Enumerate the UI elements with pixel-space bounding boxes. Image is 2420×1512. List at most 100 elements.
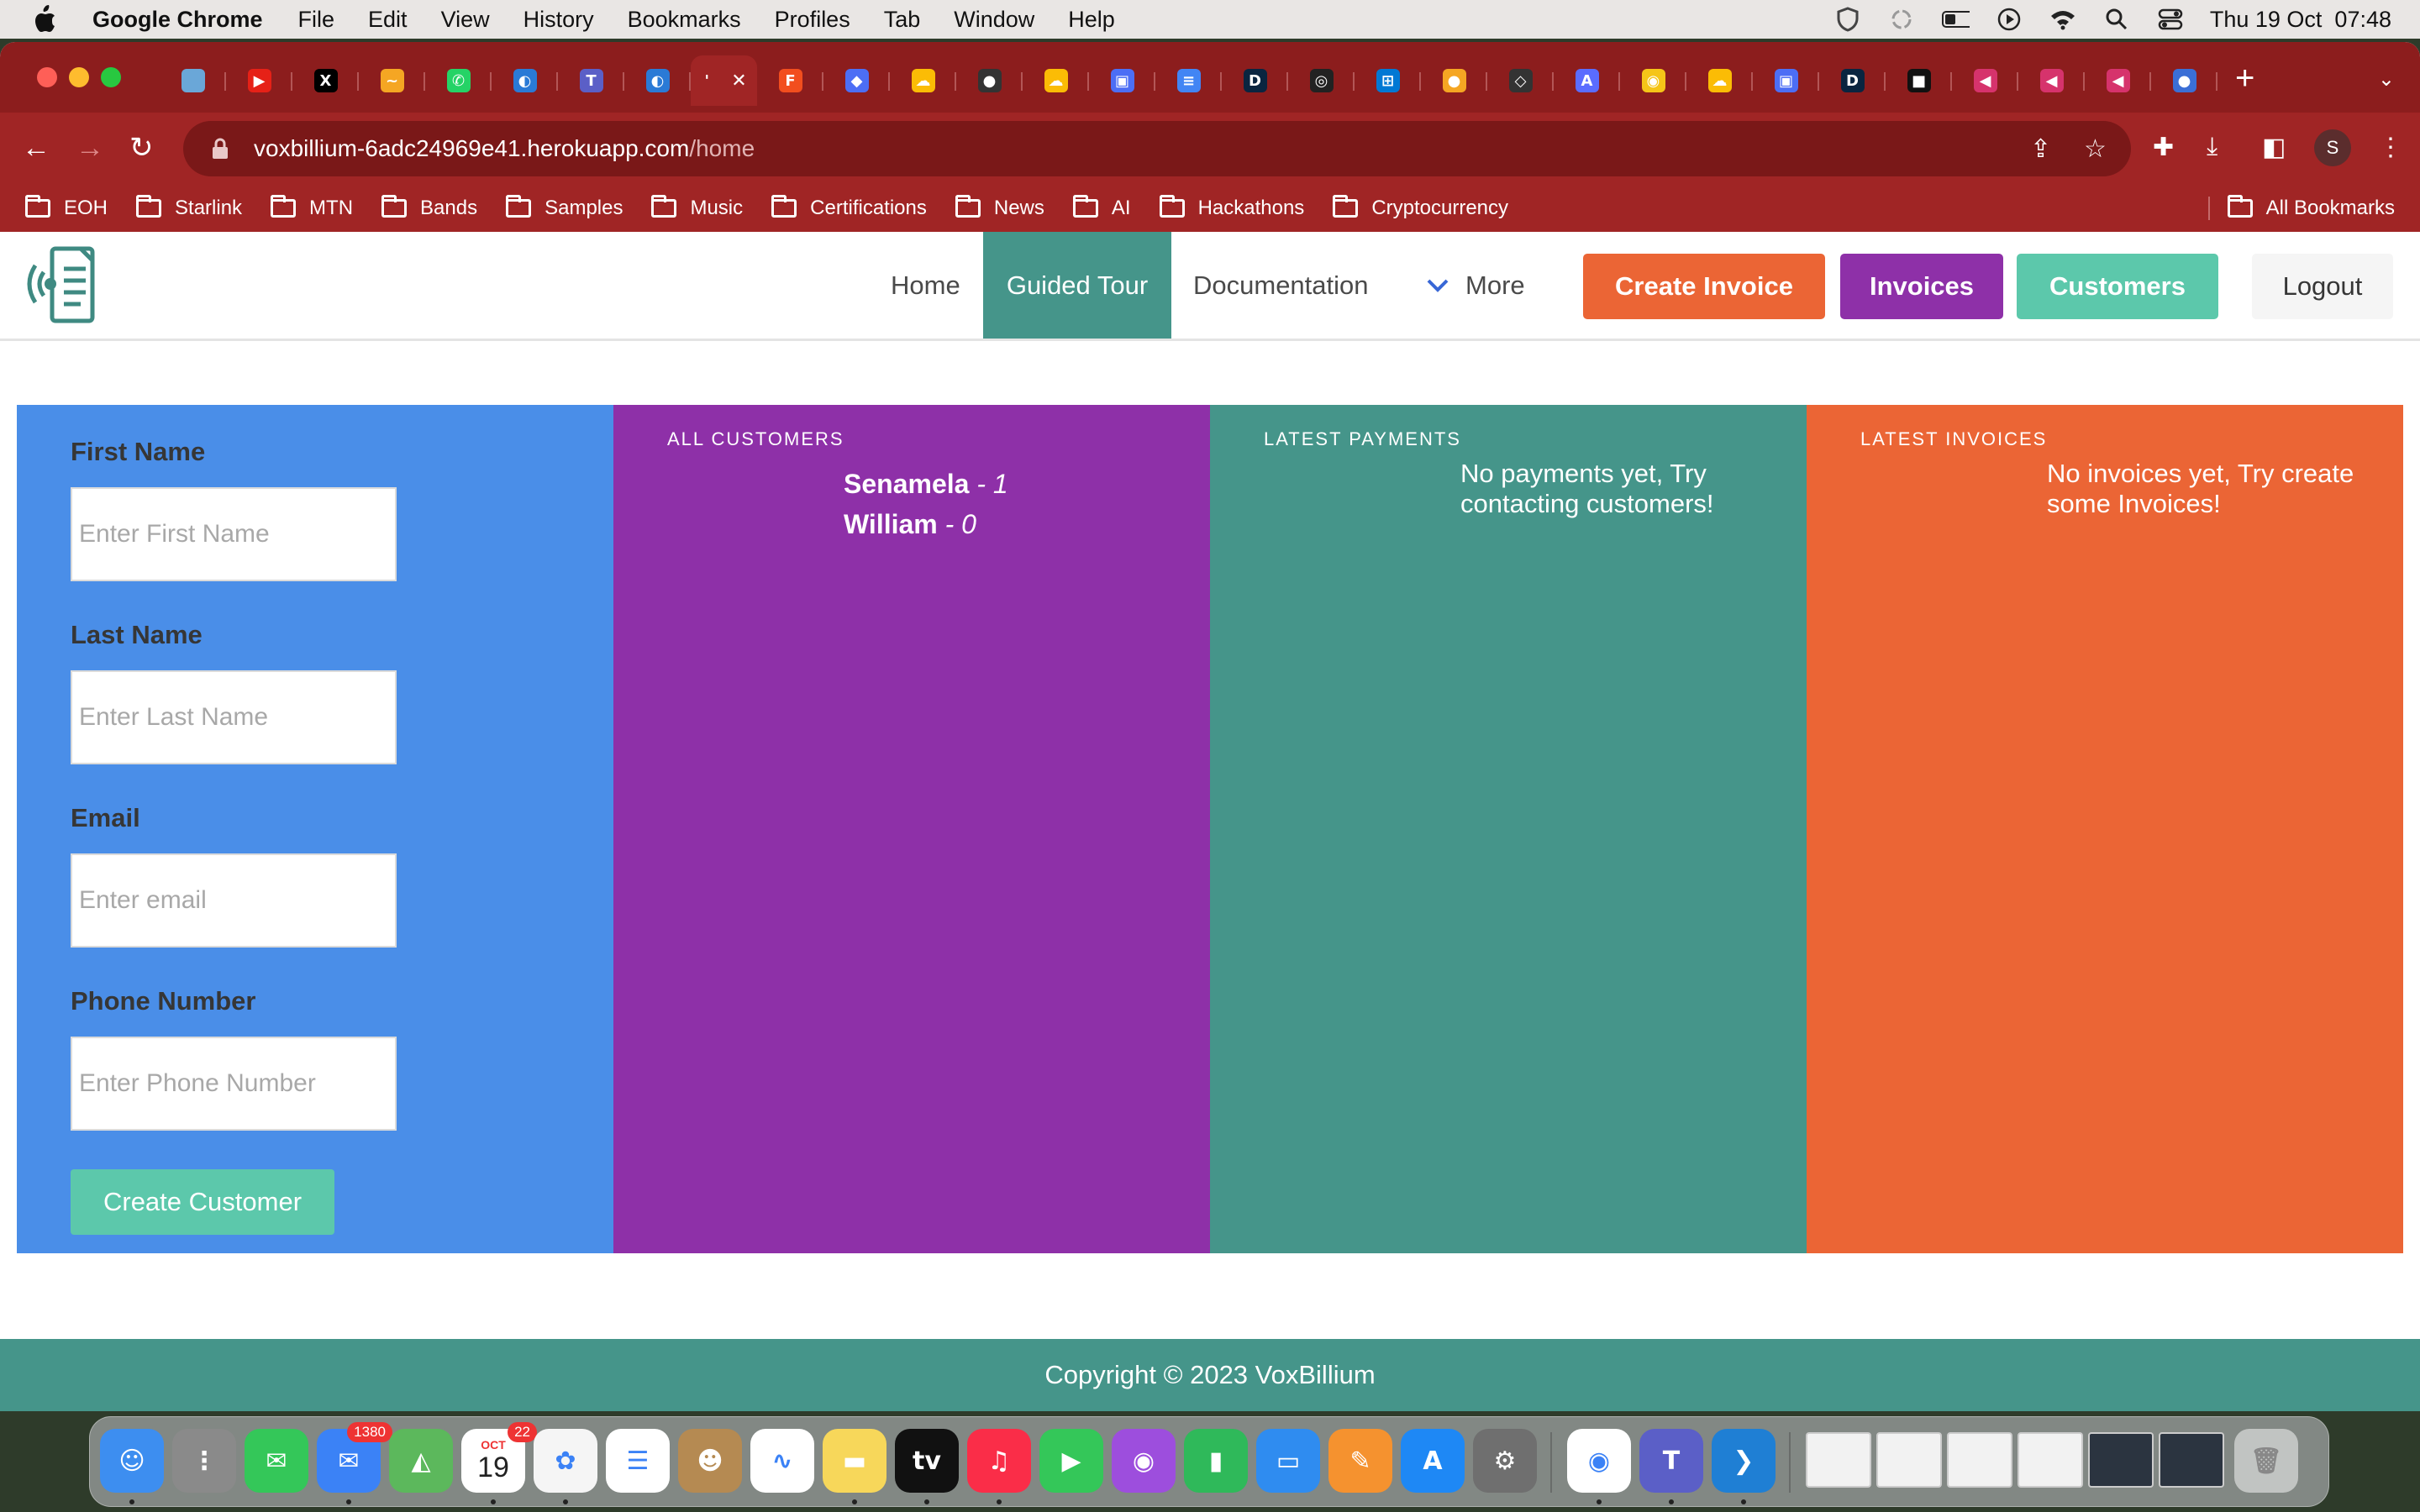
browser-tab[interactable]: ◀ — [1952, 55, 2018, 106]
voxbillium-logo-icon[interactable] — [25, 244, 101, 328]
browser-tab[interactable]: X — [292, 55, 359, 106]
menu-file[interactable]: File — [298, 7, 335, 33]
downloads-icon[interactable]: ⤓ — [2207, 133, 2217, 161]
facetime-icon[interactable]: ▶ — [1039, 1429, 1103, 1493]
nav-documentation-link[interactable]: Documentation — [1173, 232, 1389, 339]
apple-menu-icon[interactable] — [32, 0, 76, 39]
control-center-icon[interactable] — [2156, 8, 2185, 31]
browser-tab[interactable]: ◐ — [492, 55, 558, 106]
bookmark-star-icon[interactable]: ☆ — [2084, 134, 2107, 164]
menu-history[interactable]: History — [523, 7, 594, 33]
app-store-icon[interactable]: A — [1401, 1429, 1465, 1493]
nav-home-link[interactable]: Home — [871, 232, 981, 339]
browser-tab[interactable]: ▣ — [1089, 55, 1155, 106]
bookmark-folder-news[interactable]: News — [955, 195, 1044, 220]
phone-number-input[interactable] — [71, 1037, 397, 1131]
system-settings-icon[interactable]: ⚙ — [1473, 1429, 1537, 1493]
browser-tab[interactable]: ● — [956, 55, 1023, 106]
close-tab-icon[interactable]: ✕ — [731, 70, 746, 92]
extensions-puzzle-icon[interactable]: ✚ — [2153, 133, 2174, 162]
invoices-button[interactable]: Invoices — [1840, 254, 2003, 319]
browser-tab[interactable]: ◐ — [624, 55, 691, 106]
last-name-input[interactable] — [71, 670, 397, 764]
close-window-button[interactable] — [37, 67, 57, 87]
browser-tab[interactable]: ▶ — [226, 55, 292, 106]
now-playing-icon[interactable] — [1995, 8, 2023, 31]
address-url[interactable]: voxbillium-6adc24969e41.herokuapp.com/ho… — [254, 135, 755, 162]
menu-tab[interactable]: Tab — [884, 7, 921, 33]
apple-tv-icon[interactable]: tv — [895, 1429, 959, 1493]
wifi-icon[interactable] — [2049, 8, 2077, 31]
bookmark-folder-music[interactable]: Music — [651, 195, 743, 220]
nav-more-dropdown[interactable]: More — [1405, 232, 1545, 339]
email-input[interactable] — [71, 853, 397, 948]
chrome-menu-icon[interactable]: ⋮ — [2378, 133, 2403, 162]
bookmark-folder-eoh[interactable]: EOH — [25, 195, 108, 220]
bookmark-folder-samples[interactable]: Samples — [506, 195, 623, 220]
zoom-window-button[interactable] — [101, 67, 121, 87]
pages-icon[interactable]: ✎ — [1328, 1429, 1392, 1493]
customer-list-item[interactable]: William - 0 — [844, 504, 1008, 544]
minimize-window-button[interactable] — [69, 67, 89, 87]
forward-arrow-icon[interactable]: → — [76, 131, 104, 165]
menu-bookmarks[interactable]: Bookmarks — [628, 7, 741, 33]
all-bookmarks-button[interactable]: All Bookmarks — [2227, 185, 2395, 232]
minimized-window-thumbnail[interactable] — [2159, 1432, 2224, 1488]
menu-profiles[interactable]: Profiles — [775, 7, 850, 33]
bookmark-folder-certifications[interactable]: Certifications — [771, 195, 927, 220]
sync-icon[interactable] — [1887, 8, 1916, 31]
bookmark-folder-ai[interactable]: AI — [1072, 195, 1131, 220]
browser-tab[interactable]: ◎ — [1288, 55, 1355, 106]
browser-tab[interactable]: A — [1554, 55, 1620, 106]
bookmark-folder-starlink[interactable]: Starlink — [136, 195, 242, 220]
bookmark-folder-cryptocurrency[interactable]: Cryptocurrency — [1333, 195, 1508, 220]
maps-icon[interactable]: ◭ — [389, 1429, 453, 1493]
reminders-icon[interactable]: ☰ — [606, 1429, 670, 1493]
numbers-icon[interactable]: ▮ — [1184, 1429, 1248, 1493]
browser-tab[interactable]: ● — [1421, 55, 1487, 106]
battery-icon[interactable] — [1941, 8, 1970, 31]
mail-icon[interactable]: ✉ 1380 — [317, 1422, 392, 1493]
menu-bar-clock[interactable]: Thu 19 Oct 07:48 — [2210, 7, 2391, 33]
browser-tab[interactable]: ◀ — [2018, 55, 2085, 106]
menu-view[interactable]: View — [441, 7, 490, 33]
minimized-window-thumbnail[interactable] — [1806, 1432, 1871, 1488]
vpn-shield-icon[interactable] — [1833, 7, 1862, 32]
share-icon[interactable]: ⇪ — [2030, 134, 2051, 164]
first-name-input[interactable] — [71, 487, 397, 581]
logout-button[interactable]: Logout — [2252, 254, 2393, 319]
menu-help[interactable]: Help — [1068, 7, 1115, 33]
browser-tab[interactable]: ☁ — [1023, 55, 1089, 106]
messages-icon[interactable]: ✉ — [245, 1429, 308, 1493]
bookmark-folder-hackathons[interactable]: Hackathons — [1159, 195, 1304, 220]
browser-tab[interactable]: ≡ — [1155, 55, 1222, 106]
chrome-icon[interactable]: ◉ — [1567, 1429, 1631, 1493]
launchpad-icon[interactable]: ⋮ — [172, 1429, 236, 1493]
browser-tab[interactable]: D — [1222, 55, 1288, 106]
notes-icon[interactable]: ▬ — [823, 1429, 886, 1493]
tab-search-chevron-icon[interactable]: ⌄ — [2378, 67, 2395, 92]
nav-guided-tour-link[interactable]: Guided Tour — [983, 232, 1171, 339]
bookmark-folder-mtn[interactable]: MTN — [271, 195, 353, 220]
create-customer-button[interactable]: Create Customer — [71, 1169, 334, 1235]
bookmark-folder-bands[interactable]: Bands — [381, 195, 477, 220]
browser-tab[interactable] — [160, 55, 226, 106]
browser-tab[interactable]: D — [1819, 55, 1886, 106]
customers-button[interactable]: Customers — [2017, 254, 2218, 319]
freeform-icon[interactable]: ∿ — [750, 1429, 814, 1493]
photos-icon[interactable]: ✿ — [534, 1429, 597, 1493]
new-tab-button[interactable]: + — [2235, 61, 2254, 95]
browser-tab[interactable]: ◉ — [1620, 55, 1686, 106]
browser-tab[interactable]: ✆ — [425, 55, 492, 106]
menu-app-name[interactable]: Google Chrome — [92, 7, 263, 33]
minimized-window-thumbnail[interactable] — [1876, 1432, 1942, 1488]
browser-tab[interactable]: ◇ — [1487, 55, 1554, 106]
teams-icon[interactable]: T — [1639, 1429, 1703, 1493]
active-tab[interactable]: ' ✕ — [691, 55, 757, 106]
address-bar[interactable]: voxbillium-6adc24969e41.herokuapp.com/ho… — [183, 121, 2131, 176]
browser-tab[interactable]: ~ — [359, 55, 425, 106]
browser-tab[interactable]: ◆ — [823, 55, 890, 106]
customer-list-item[interactable]: Senamela - 1 — [844, 464, 1008, 504]
keynote-icon[interactable]: ▭ — [1256, 1429, 1320, 1493]
side-panel-icon[interactable]: ◧ — [2262, 133, 2286, 162]
